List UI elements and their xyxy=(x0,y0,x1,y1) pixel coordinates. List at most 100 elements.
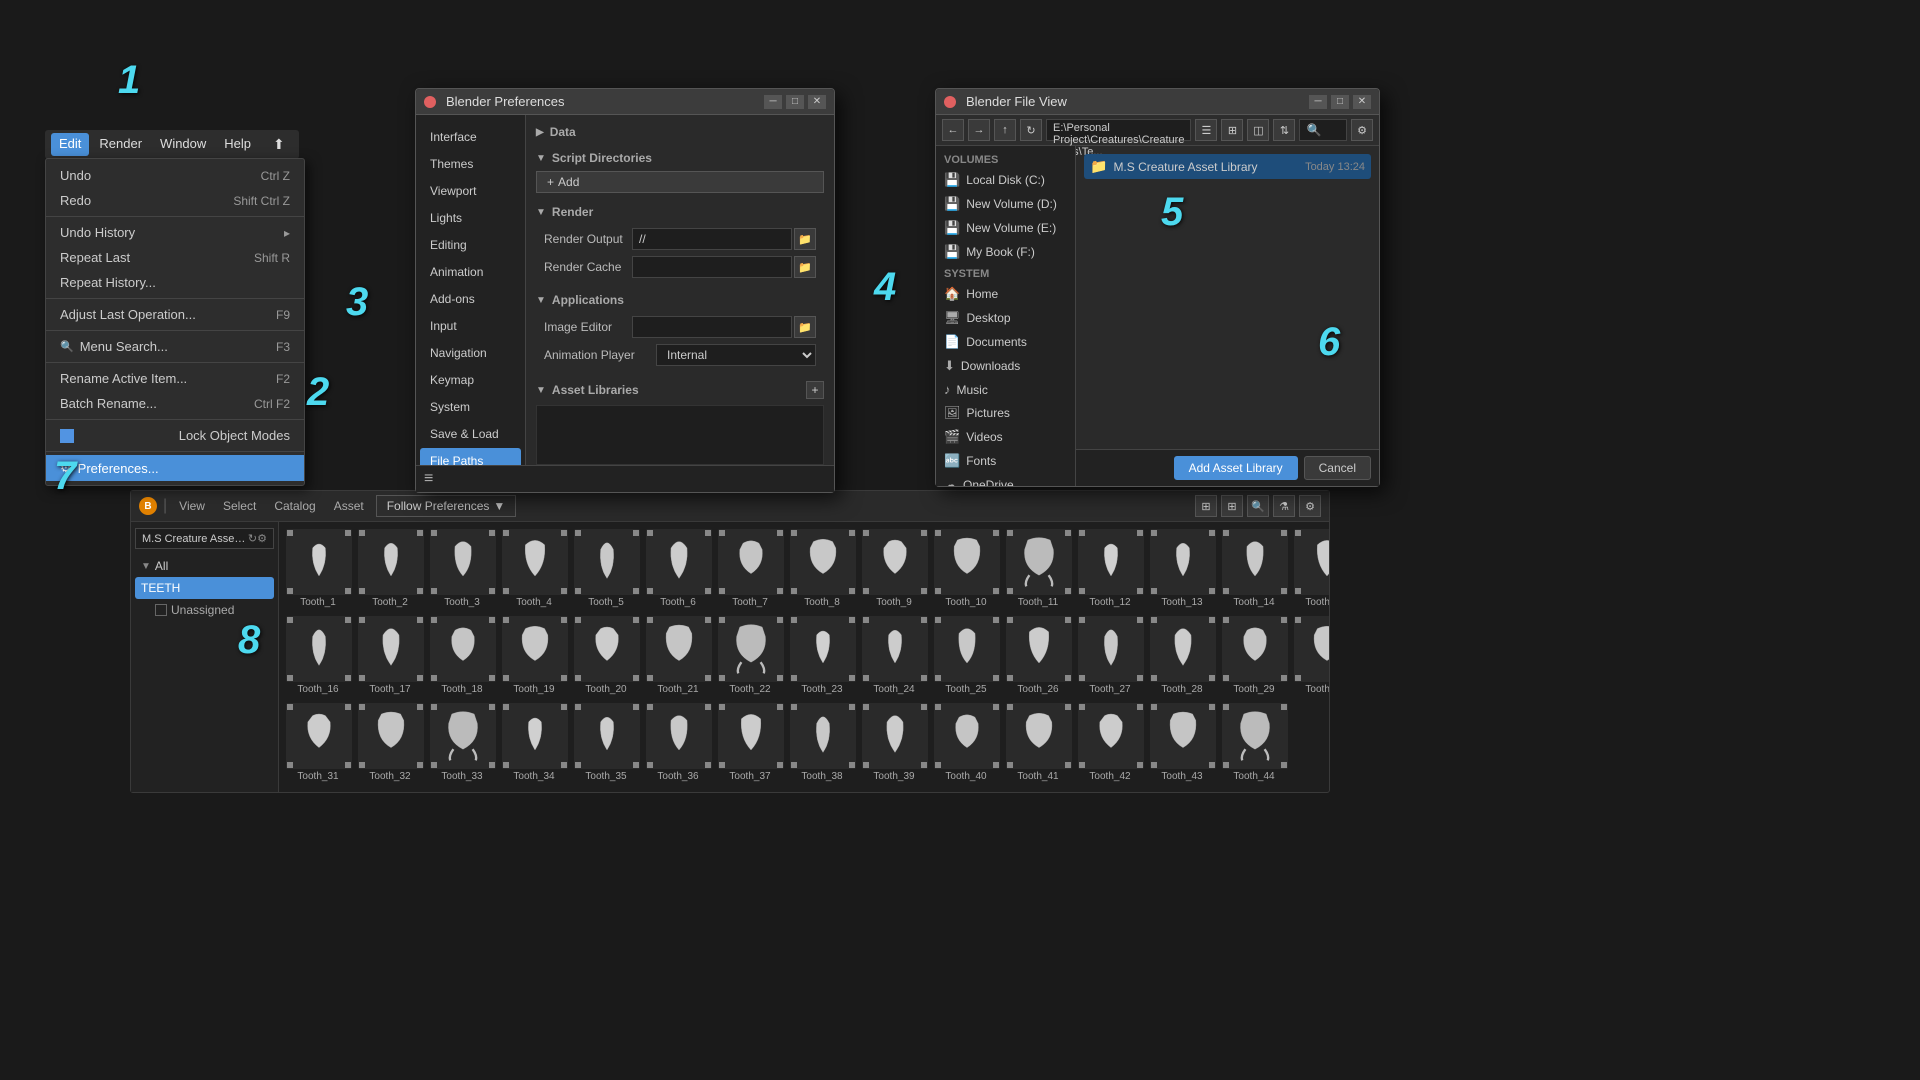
asset-grid-view-btn[interactable]: ⊞ xyxy=(1221,495,1243,517)
prefs-section-render-header[interactable]: ▼ Render xyxy=(536,205,824,219)
prefs-nav-keymap[interactable]: Keymap xyxy=(420,367,521,393)
asset-item-Tooth_12[interactable]: Tooth_12 xyxy=(1075,526,1145,611)
list-view-btn[interactable]: ☰ xyxy=(1195,119,1217,141)
library-selector[interactable]: M.S Creature Asset Library ↻ ⚙ xyxy=(135,528,274,549)
prefs-nav-navigation[interactable]: Navigation xyxy=(420,340,521,366)
animation-player-select[interactable]: Internal External xyxy=(656,344,816,366)
file-nav-downloads[interactable]: ⬇ Downloads xyxy=(936,354,1075,378)
file-nav-pictures[interactable]: 🖼 Pictures xyxy=(936,401,1075,425)
prefs-nav-system[interactable]: System xyxy=(420,394,521,420)
asset-item-Tooth_1[interactable]: Tooth_1 xyxy=(283,526,353,611)
asset-item-Tooth_16[interactable]: Tooth_16 xyxy=(283,613,353,698)
unassigned-checkbox[interactable] xyxy=(155,604,167,616)
asset-item-Tooth_17[interactable]: Tooth_17 xyxy=(355,613,425,698)
asset-nav-select[interactable]: Select xyxy=(217,497,262,515)
file-maximize-button[interactable]: □ xyxy=(1331,95,1349,109)
cancel-button[interactable]: Cancel xyxy=(1304,456,1371,480)
asset-item-Tooth_36[interactable]: Tooth_36 xyxy=(643,700,713,785)
asset-item-Tooth_25[interactable]: Tooth_25 xyxy=(931,613,1001,698)
file-nav-fonts[interactable]: 🔤 Fonts xyxy=(936,449,1075,473)
asset-item-Tooth_26[interactable]: Tooth_26 xyxy=(1003,613,1073,698)
render-cache-input[interactable] xyxy=(632,256,792,278)
prefs-nav-themes[interactable]: Themes xyxy=(420,151,521,177)
menu-bar-help[interactable]: Help xyxy=(216,133,259,156)
asset-nav-catalog[interactable]: Catalog xyxy=(268,497,321,515)
settings-btn[interactable]: ⚙ xyxy=(1351,119,1373,141)
asset-item-Tooth_37[interactable]: Tooth_37 xyxy=(715,700,785,785)
asset-item-Tooth_39[interactable]: Tooth_39 xyxy=(859,700,929,785)
prefs-nav-viewport[interactable]: Viewport xyxy=(420,178,521,204)
add-asset-lib-btn-prefs[interactable]: + xyxy=(806,381,824,399)
hamburger-icon[interactable]: ≡ xyxy=(424,470,433,488)
menu-item-lock-object-modes[interactable]: Lock Object Modes xyxy=(46,423,304,448)
asset-nav-view[interactable]: View xyxy=(173,497,211,515)
add-script-dir-button[interactable]: + Add xyxy=(536,171,824,193)
menu-item-menu-search[interactable]: 🔍 Menu Search... F3 xyxy=(46,334,304,359)
prefs-nav-save-load[interactable]: Save & Load xyxy=(420,421,521,447)
prefs-nav-editing[interactable]: Editing xyxy=(420,232,521,258)
sort-btn[interactable]: ⇅ xyxy=(1273,119,1295,141)
prefs-nav-lights[interactable]: Lights xyxy=(420,205,521,231)
prefs-nav-animation[interactable]: Animation xyxy=(420,259,521,285)
asset-item-Tooth_22[interactable]: Tooth_22 xyxy=(715,613,785,698)
file-minimize-button[interactable]: ─ xyxy=(1309,95,1327,109)
render-output-folder-btn[interactable]: 📁 xyxy=(794,228,816,250)
asset-item-Tooth_23[interactable]: Tooth_23 xyxy=(787,613,857,698)
asset-item-Tooth_31[interactable]: Tooth_31 xyxy=(283,700,353,785)
file-close-button[interactable]: ✕ xyxy=(1353,95,1371,109)
menu-bar-window[interactable]: Window xyxy=(152,133,214,156)
menu-bar-render[interactable]: Render xyxy=(91,133,150,156)
follow-preferences-btn[interactable]: Follow Preferences ▼ xyxy=(376,495,517,517)
asset-item-Tooth_13[interactable]: Tooth_13 xyxy=(1147,526,1217,611)
asset-item-Tooth_2[interactable]: Tooth_2 xyxy=(355,526,425,611)
file-nav-mybook-f[interactable]: 💾 My Book (F:) xyxy=(936,240,1075,264)
asset-item-Tooth_43[interactable]: Tooth_43 xyxy=(1147,700,1217,785)
menu-item-batch-rename[interactable]: Batch Rename... Ctrl F2 xyxy=(46,391,304,416)
catalog-teeth[interactable]: TEETH xyxy=(135,577,274,599)
prefs-nav-interface[interactable]: Interface xyxy=(420,124,521,150)
asset-item-Tooth_21[interactable]: Tooth_21 xyxy=(643,613,713,698)
asset-item-Tooth_20[interactable]: Tooth_20 xyxy=(571,613,641,698)
asset-item-Tooth_19[interactable]: Tooth_19 xyxy=(499,613,569,698)
asset-item-Tooth_15[interactable]: Tooth_15 xyxy=(1291,526,1329,611)
menu-item-adjust-last[interactable]: Adjust Last Operation... F9 xyxy=(46,302,304,327)
file-nav-videos[interactable]: 🎬 Videos xyxy=(936,425,1075,449)
menu-bar-upload[interactable]: ⬆ xyxy=(265,133,293,156)
asset-item-Tooth_3[interactable]: Tooth_3 xyxy=(427,526,497,611)
maximize-button[interactable]: □ xyxy=(786,95,804,109)
prefs-nav-addons[interactable]: Add-ons xyxy=(420,286,521,312)
prefs-section-asset-libs-header[interactable]: ▼ Asset Libraries + xyxy=(536,381,824,399)
file-search-input[interactable] xyxy=(1325,124,1340,136)
asset-settings-btn[interactable]: ⚙ xyxy=(1299,495,1321,517)
asset-item-Tooth_40[interactable]: Tooth_40 xyxy=(931,700,1001,785)
up-button[interactable]: ↑ xyxy=(994,119,1016,141)
file-entry-ms-creature[interactable]: 📁 M.S Creature Asset Library Today 13:24 xyxy=(1084,154,1371,179)
asset-nav-asset[interactable]: Asset xyxy=(328,497,370,515)
asset-item-Tooth_44[interactable]: Tooth_44 xyxy=(1219,700,1289,785)
prefs-nav-input[interactable]: Input xyxy=(420,313,521,339)
asset-item-Tooth_32[interactable]: Tooth_32 xyxy=(355,700,425,785)
add-asset-library-button[interactable]: Add Asset Library xyxy=(1174,456,1298,480)
asset-item-Tooth_10[interactable]: Tooth_10 xyxy=(931,526,1001,611)
asset-item-Tooth_34[interactable]: Tooth_34 xyxy=(499,700,569,785)
asset-item-Tooth_11[interactable]: Tooth_11 xyxy=(1003,526,1073,611)
file-nav-home[interactable]: 🏠 Home xyxy=(936,282,1075,306)
asset-list-view-btn[interactable]: ⊞ xyxy=(1195,495,1217,517)
asset-item-Tooth_27[interactable]: Tooth_27 xyxy=(1075,613,1145,698)
file-nav-music[interactable]: ♪ Music xyxy=(936,378,1075,401)
asset-item-Tooth_30[interactable]: Tooth_30 xyxy=(1291,613,1329,698)
file-nav-local-c[interactable]: 💾 Local Disk (C:) xyxy=(936,168,1075,192)
render-output-input[interactable] xyxy=(632,228,792,250)
file-nav-volume-e[interactable]: 💾 New Volume (E:) xyxy=(936,216,1075,240)
asset-filter-btn[interactable]: ⚗ xyxy=(1273,495,1295,517)
menu-item-repeat-history[interactable]: Repeat History... xyxy=(46,270,304,295)
file-nav-volume-d[interactable]: 💾 New Volume (D:) xyxy=(936,192,1075,216)
asset-item-Tooth_14[interactable]: Tooth_14 xyxy=(1219,526,1289,611)
prefs-section-apps-header[interactable]: ▼ Applications xyxy=(536,293,824,307)
menu-item-rename-active[interactable]: Rename Active Item... F2 xyxy=(46,366,304,391)
catalog-all[interactable]: ▼ All xyxy=(135,555,274,577)
prefs-nav-file-paths[interactable]: File Paths xyxy=(420,448,521,465)
forward-button[interactable]: → xyxy=(968,119,990,141)
asset-item-Tooth_6[interactable]: Tooth_6 xyxy=(643,526,713,611)
asset-item-Tooth_41[interactable]: Tooth_41 xyxy=(1003,700,1073,785)
